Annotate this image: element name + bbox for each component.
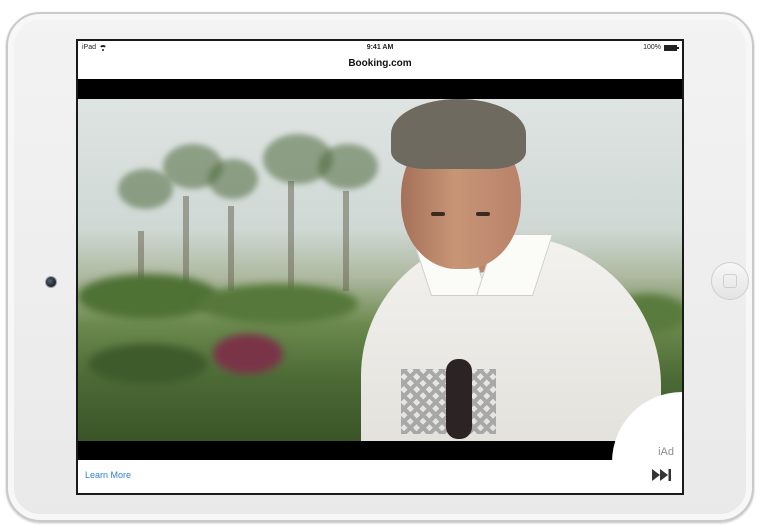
hedge [88,344,208,384]
iad-badge: iAd [658,446,674,458]
status-bar: iPad 9:41 AM 100% [78,41,682,55]
flower-bed [213,334,283,374]
hair [391,99,526,169]
front-camera [45,276,57,288]
video-frame[interactable] [78,99,682,441]
hedge [198,284,358,324]
learn-more-link[interactable]: Learn More [85,470,131,480]
palm-crown [208,159,258,199]
palm-tree [288,181,294,291]
eye [476,212,490,216]
palm-tree [228,206,234,291]
ad-bottom-bar: Learn More [78,460,682,493]
status-right: 100% [643,44,679,51]
battery-percentage: 100% [643,44,661,51]
page-title: Booking.com [348,58,412,69]
eye [431,212,445,216]
man-figure [361,99,661,441]
palm-tree [343,191,349,291]
home-button[interactable] [711,262,749,300]
fast-forward-icon [652,469,671,481]
battery-icon [664,44,679,51]
screen: iPad 9:41 AM 100% Booking.com iAd Learn … [76,39,684,495]
sunglasses [446,359,472,439]
video-player[interactable]: iAd [78,79,682,462]
hedge [78,274,218,319]
status-time: 9:41 AM [366,44,394,51]
skip-button[interactable] [652,468,672,482]
